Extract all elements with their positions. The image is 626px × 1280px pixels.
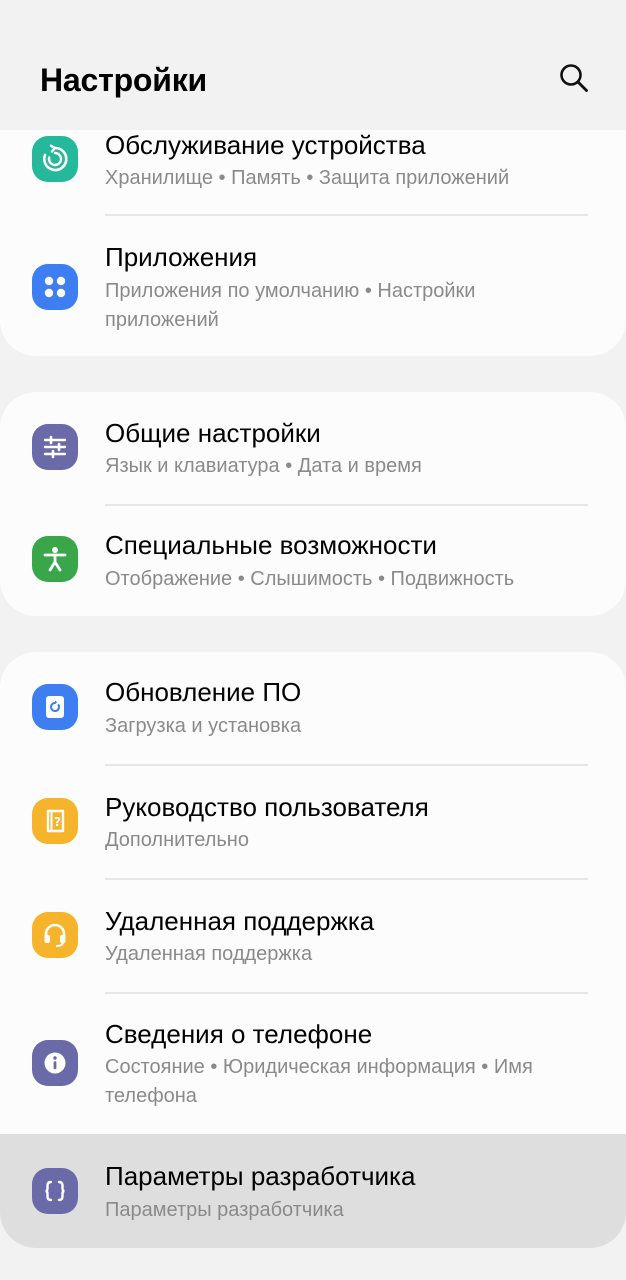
settings-item-title: Обновление ПО [105,677,302,707]
braces-icon [32,1168,78,1214]
settings-item-remote-support[interactable]: Удаленная поддержка Удаленная поддержка [0,880,626,992]
settings-item-apps[interactable]: Приложения Приложения по умолчанию • Нас… [0,218,626,356]
divider [105,214,588,216]
device-care-icon [32,136,78,182]
settings-item-general-management[interactable]: Общие настройки Язык и клавиатура • Дата… [0,392,626,504]
settings-group-1: Обслуживание устройства Хранилище • Памя… [0,130,626,356]
settings-group-2: Общие настройки Язык и клавиатура • Дата… [0,392,626,616]
settings-item-title: Руководство пользователя [105,792,429,822]
settings-item-subtitle: Дополнительно [105,829,249,851]
settings-item-subtitle: Состояние • Юридическая информация • Имя… [105,1056,533,1107]
settings-item-subtitle: Отображение • Слышимость • Подвижность [105,568,515,590]
settings-item-subtitle: Удаленная поддержка [105,943,313,965]
page-title: Настройки [40,62,208,98]
headset-icon [32,912,78,958]
settings-item-subtitle: Приложения по умолчанию • Настройки прил… [105,280,476,331]
settings-item-developer-options[interactable]: Параметры разработчика Параметры разрабо… [0,1134,626,1248]
svg-text:?: ? [54,815,61,829]
settings-item-subtitle: Загрузка и установка [105,715,302,737]
settings-item-title: Общие настройки [105,418,321,448]
settings-item-software-update[interactable]: Обновление ПО Загрузка и установка [0,652,626,764]
search-icon [560,64,588,92]
settings-item-subtitle: Хранилище • Память • Защита приложений [105,167,510,189]
software-update-icon [32,684,78,730]
settings-item-device-care[interactable]: Обслуживание устройства Хранилище • Памя… [0,130,626,216]
settings-item-subtitle: Параметры разработчика [105,1199,344,1221]
apps-icon [32,264,78,310]
settings-item-title: Удаленная поддержка [105,906,375,936]
settings-item-title: Обслуживание устройства [105,130,426,160]
accessibility-icon [32,536,78,582]
settings-item-subtitle: Язык и клавиатура • Дата и время [105,455,422,477]
settings-item-title: Сведения о телефоне [105,1019,373,1049]
settings-item-title: Параметры разработчика [105,1161,416,1191]
settings-item-title: Приложения [105,242,258,272]
settings-item-user-manual[interactable]: ? Руководство пользователя Дополнительно [0,766,626,878]
sliders-icon [32,424,78,470]
settings-item-title: Специальные возможности [105,530,437,560]
settings-item-about-phone[interactable]: Сведения о телефоне Состояние • Юридичес… [0,994,626,1134]
search-button[interactable] [552,56,596,100]
settings-item-accessibility[interactable]: Специальные возможности Отображение • Сл… [0,506,626,616]
settings-group-3: Обновление ПО Загрузка и установка ? Рук… [0,652,626,1248]
info-icon [32,1040,78,1086]
user-manual-icon: ? [32,798,78,844]
